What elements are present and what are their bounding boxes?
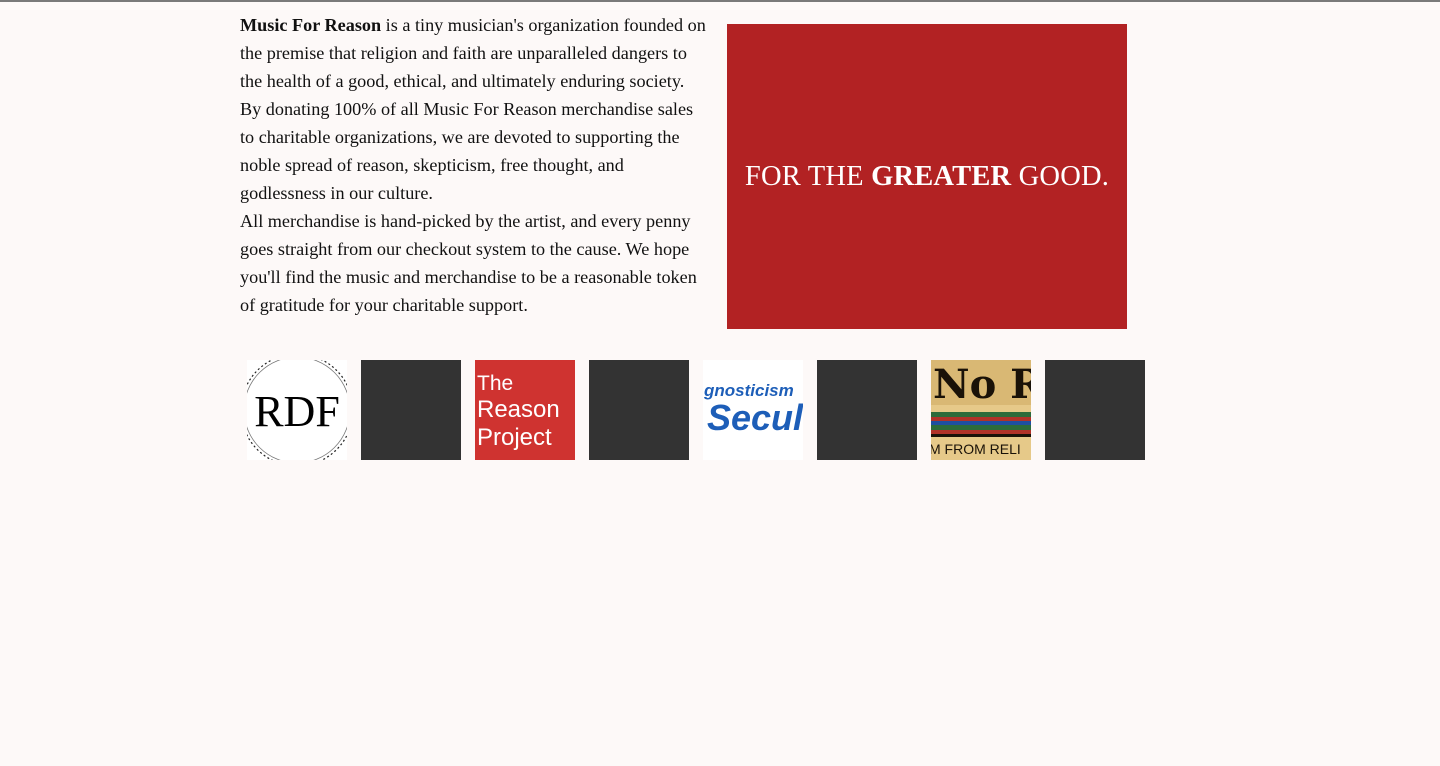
partner-logos: RDF The Reason Project gnosticism Secul …: [247, 360, 1145, 460]
banner-text-post: GOOD.: [1011, 160, 1110, 192]
intro-paragraph-1: Music For Reason is a tiny musician's or…: [240, 11, 710, 95]
intro-paragraph-3: All merchandise is hand-picked by the ar…: [240, 211, 697, 315]
reason-project-art: The Reason Project: [477, 372, 560, 451]
dark-tile-1[interactable]: [361, 360, 461, 460]
reason-project-line-2: Reason: [477, 396, 560, 423]
secular-art: gnosticism Secul: [703, 381, 803, 438]
no-religion-art: No R M FROM RELI: [931, 360, 1031, 460]
dark-tile-4[interactable]: [1045, 360, 1145, 460]
banner-text: FOR THE GREATER GOOD.: [745, 161, 1109, 193]
no-religion-subline: M FROM RELI: [931, 441, 1021, 457]
no-religion-headline: No R: [933, 361, 1031, 408]
banner-text-pre: FOR THE: [744, 160, 872, 192]
top-rule: [0, 0, 1440, 2]
intro-text: Music For Reason is a tiny musician's or…: [240, 11, 710, 319]
intro-paragraph-2: By donating 100% of all Music For Reason…: [240, 99, 694, 203]
reason-project-logo[interactable]: The Reason Project: [475, 360, 575, 460]
banner-text-emphasis: GREATER: [871, 160, 1012, 192]
org-name: Music For Reason: [240, 15, 382, 35]
secular-line-2: Secul: [707, 397, 803, 438]
dark-tile-2[interactable]: [589, 360, 689, 460]
secular-logo[interactable]: gnosticism Secul: [703, 360, 803, 460]
reason-project-line-1: The: [477, 372, 513, 395]
no-religion-logo[interactable]: No R M FROM RELI: [931, 360, 1031, 460]
dark-tile-3[interactable]: [817, 360, 917, 460]
rdf-seal: RDF: [247, 360, 347, 460]
rdf-logo[interactable]: RDF: [247, 360, 347, 460]
reason-project-line-3: Project: [477, 424, 552, 451]
rdf-logo-text: RDF: [254, 387, 340, 436]
greater-good-banner: FOR THE GREATER GOOD.: [727, 24, 1127, 329]
